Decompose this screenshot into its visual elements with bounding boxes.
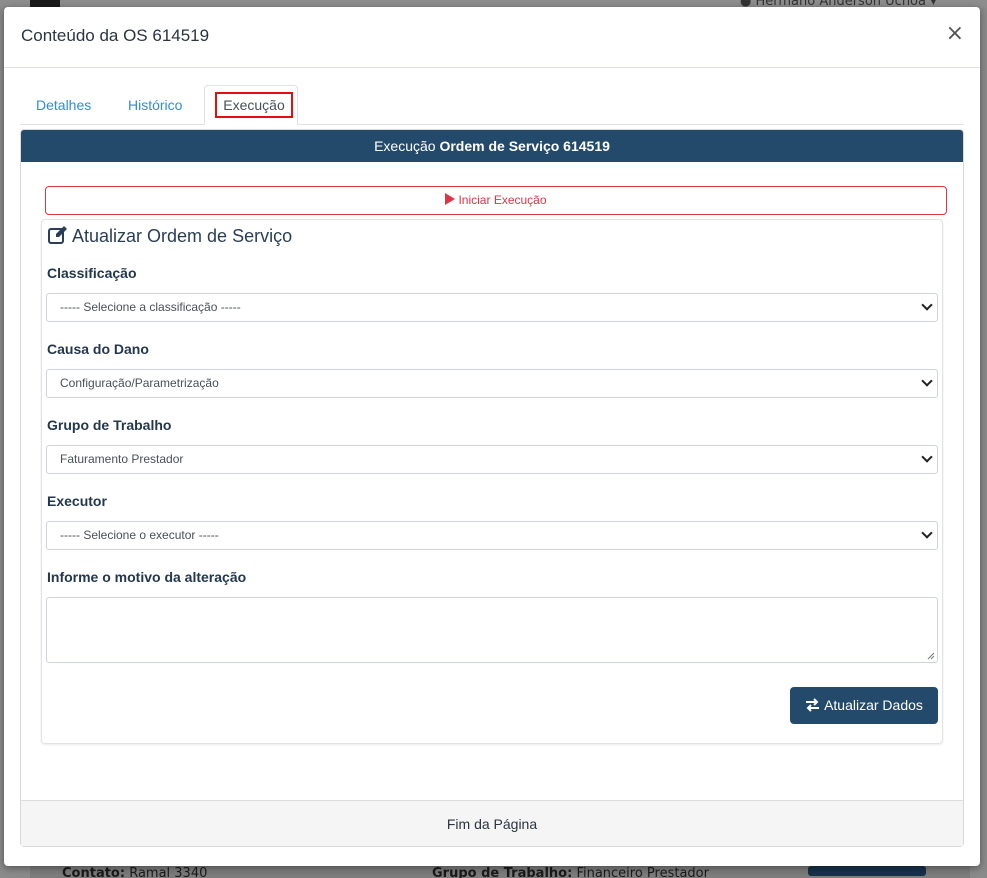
start-execution-label: Iniciar Execução <box>458 193 547 207</box>
classificacao-label: Classificação <box>47 265 137 281</box>
resize-grip-icon[interactable] <box>927 652 935 660</box>
play-icon <box>445 193 456 205</box>
background-grupo: Grupo de Trabalho: Financeiro Prestador <box>432 866 709 878</box>
executor-select[interactable]: ----- Selecione o executor ----- <box>46 521 938 550</box>
modal-dialog: Conteúdo da OS 614519 × Detalhes Históri… <box>4 7 980 866</box>
executor-value: ----- Selecione o executor ----- <box>60 528 219 542</box>
grupo-trabalho-select[interactable]: Faturamento Prestador <box>46 445 938 474</box>
edit-icon <box>48 226 67 244</box>
tab-historico[interactable]: Histórico <box>112 85 198 125</box>
card-header-prefix: Execução <box>374 138 436 154</box>
grupo-trabalho-value: Faturamento Prestador <box>60 452 184 466</box>
chevron-down-icon <box>921 299 933 311</box>
tab-execucao-label: Execução <box>215 92 293 118</box>
card-header-bold: Ordem de Serviço 614519 <box>439 138 610 154</box>
close-icon[interactable]: × <box>946 23 964 45</box>
causa-label: Causa do Dano <box>47 341 149 357</box>
card-footer: Fim da Página <box>21 800 963 846</box>
grupo-trabalho-label: Grupo de Trabalho <box>47 417 172 433</box>
exchange-icon <box>806 698 820 712</box>
form-title-text: Atualizar Ordem de Serviço <box>72 226 293 246</box>
grupo-label: Grupo de Trabalho: <box>432 866 573 878</box>
update-form-panel: Atualizar Ordem de Serviço Classificação… <box>41 219 943 744</box>
update-data-button[interactable]: Atualizar Dados <box>790 687 938 724</box>
card-header: Execução Ordem de Serviço 614519 <box>21 130 963 162</box>
motivo-textarea[interactable] <box>46 597 938 663</box>
modal-title: Conteúdo da OS 614519 <box>21 26 210 45</box>
classificacao-value: ----- Selecione a classificação ----- <box>60 300 241 314</box>
causa-value: Configuração/Parametrização <box>60 376 219 390</box>
execution-card: Execução Ordem de Serviço 614519 Iniciar… <box>20 129 964 847</box>
form-title: Atualizar Ordem de Serviço <box>48 226 292 247</box>
causa-select[interactable]: Configuração/Parametrização <box>46 369 938 398</box>
background-contato: Contato: Ramal 3340 <box>62 866 207 878</box>
start-execution-button[interactable]: Iniciar Execução <box>45 186 947 215</box>
motivo-label: Informe o motivo da alteração <box>47 569 247 585</box>
modal-header: Conteúdo da OS 614519 × <box>4 7 980 68</box>
contato-label: Contato: <box>62 866 126 878</box>
background-button <box>808 866 926 876</box>
classificacao-select[interactable]: ----- Selecione a classificação ----- <box>46 293 938 322</box>
tab-detalhes[interactable]: Detalhes <box>20 85 107 125</box>
chevron-down-icon <box>921 375 933 387</box>
chevron-down-icon <box>921 527 933 539</box>
contato-value: Ramal 3340 <box>129 866 208 878</box>
tab-bar: Detalhes Histórico Execução <box>20 85 964 125</box>
chevron-down-icon <box>921 451 933 463</box>
tab-execucao[interactable]: Execução <box>204 85 298 125</box>
update-data-label: Atualizar Dados <box>824 697 923 713</box>
executor-label: Executor <box>47 493 107 509</box>
grupo-value: Financeiro Prestador <box>576 866 709 878</box>
